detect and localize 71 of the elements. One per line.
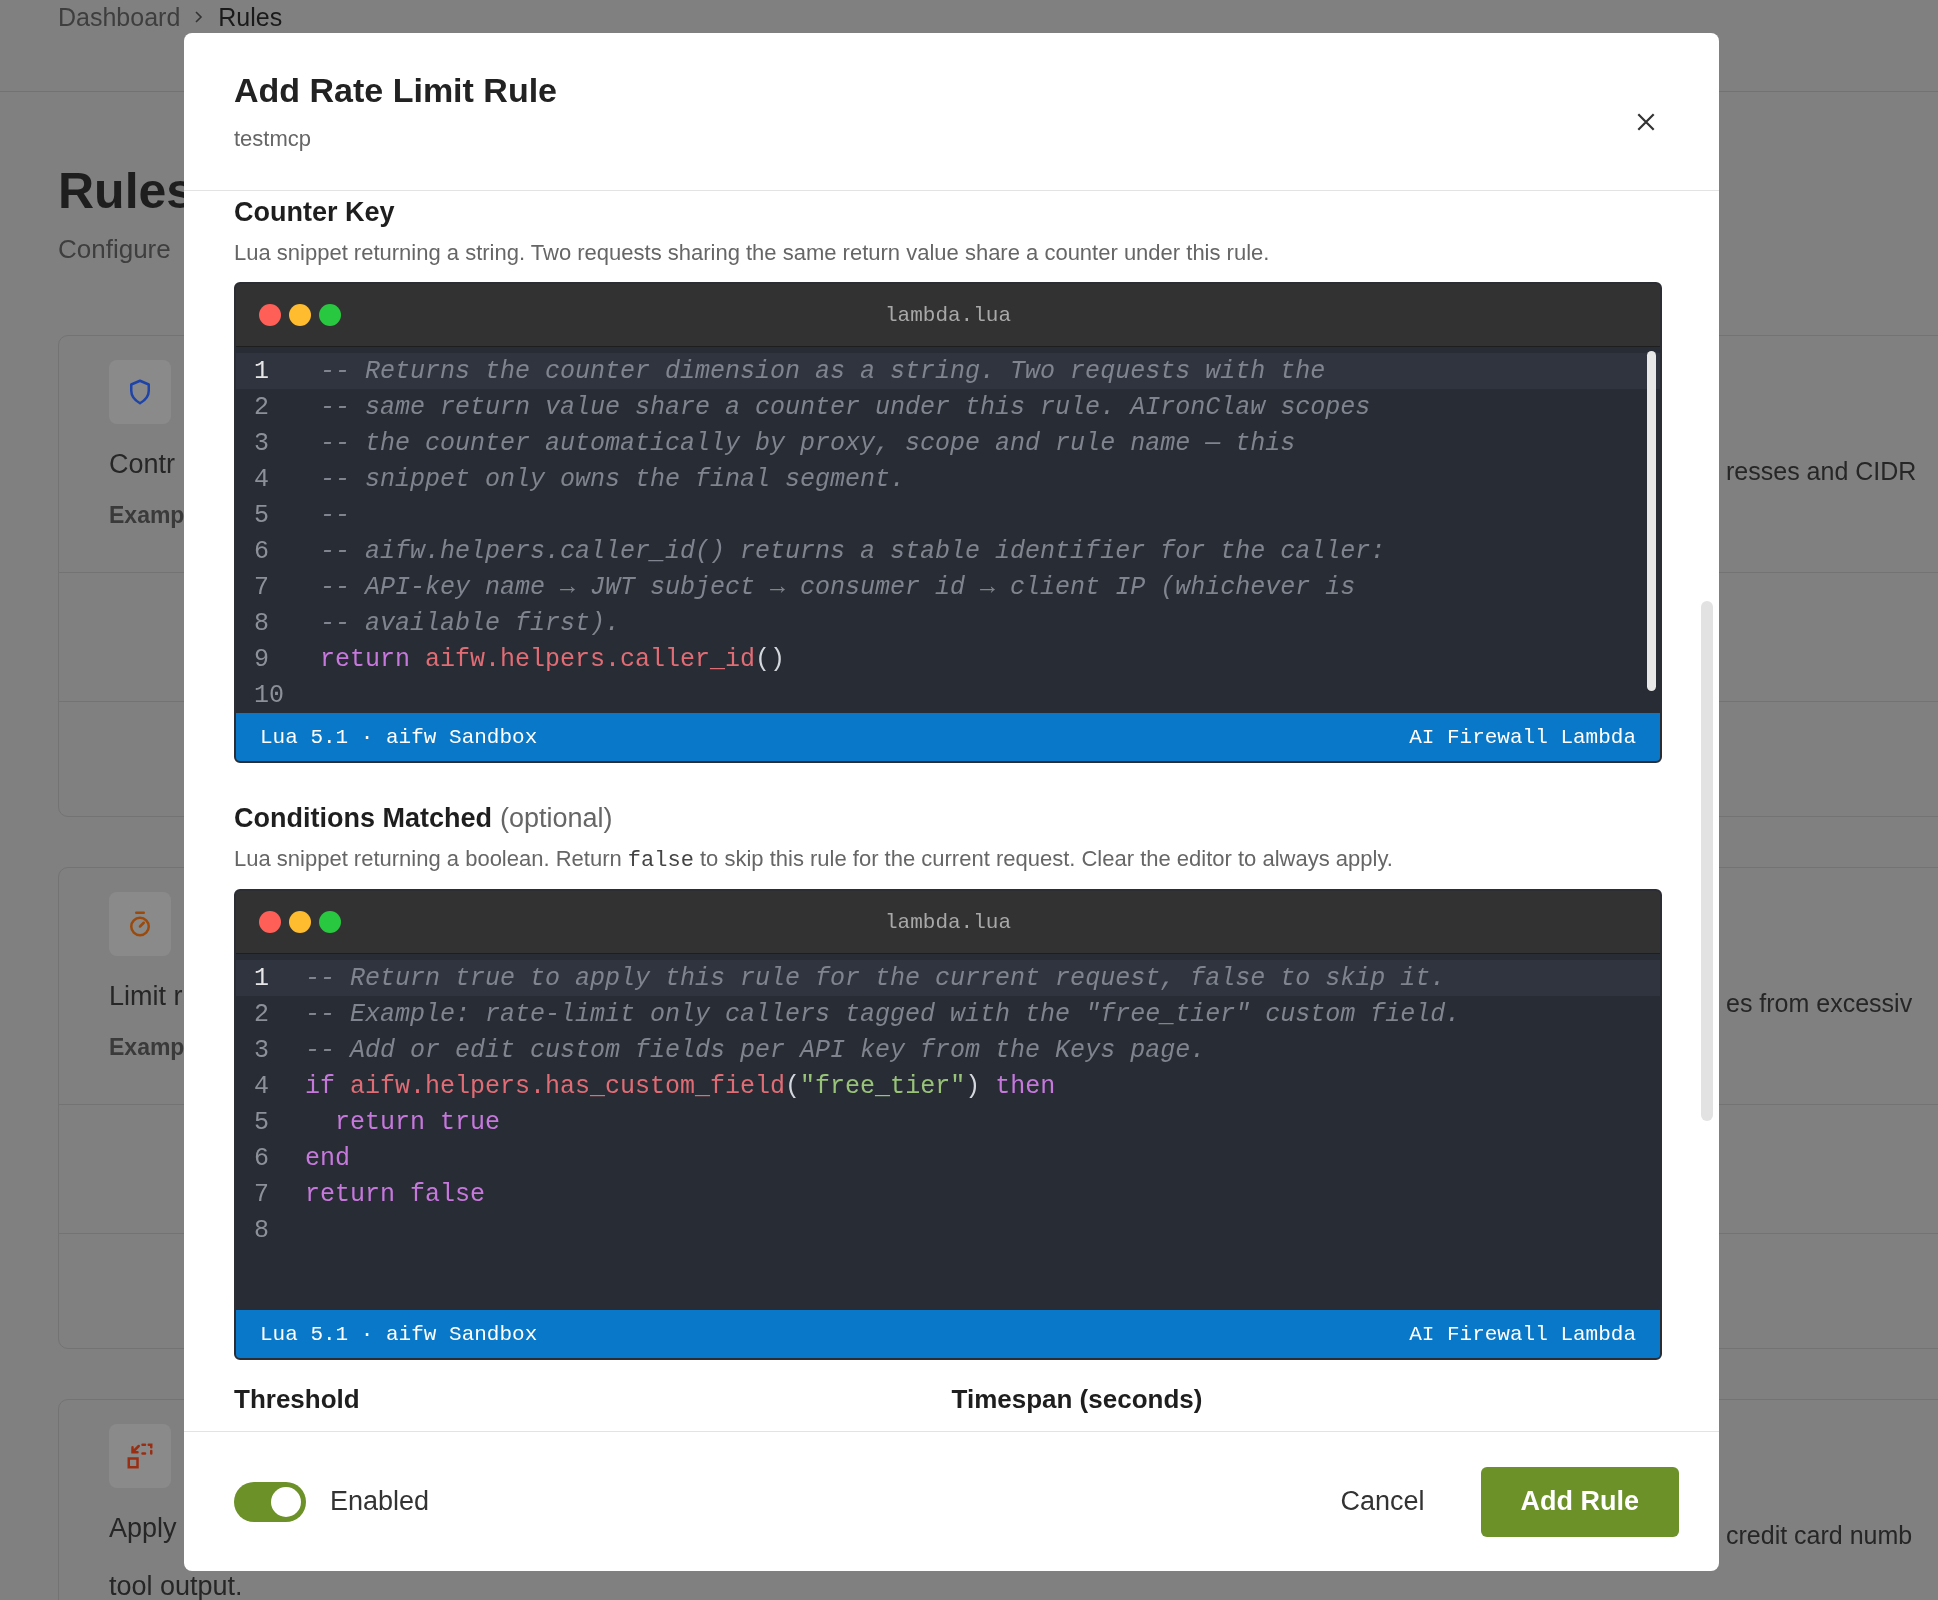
card-description: Contr bbox=[109, 450, 176, 478]
line-number: 1 bbox=[253, 963, 269, 993]
scrollbar-thumb[interactable] bbox=[1701, 601, 1713, 1121]
line-number: 7 bbox=[253, 572, 270, 602]
line-number: 4 bbox=[253, 464, 270, 494]
toggle-switch[interactable] bbox=[234, 1481, 306, 1522]
status-text: Lua 5.1 · aifw Sandbox bbox=[260, 725, 538, 749]
window-controls-icon bbox=[258, 303, 342, 327]
file-name: lambda.lua bbox=[885, 910, 1011, 934]
line-number: 8 bbox=[253, 608, 270, 638]
dialog-subtitle: testmcp bbox=[234, 126, 313, 152]
file-name: lambda.lua bbox=[885, 303, 1011, 327]
code-line: return false bbox=[305, 1179, 486, 1209]
code-line: return true bbox=[334, 1107, 501, 1137]
line-number: 3 bbox=[253, 428, 270, 458]
status-text: AI Firewall Lambda bbox=[1409, 725, 1636, 749]
section-label: Conditions Matched bbox=[234, 803, 492, 834]
code-line: -- Returns the counter dimension as a string. Two requests with the bbox=[320, 356, 1326, 386]
line-number: 6 bbox=[253, 1143, 269, 1173]
page-subtitle: Configure bbox=[58, 234, 171, 265]
code-line: -- aifw.helpers.caller_id() returns a stable identifier for the caller: bbox=[320, 536, 1386, 566]
scrollbar-thumb[interactable] bbox=[1647, 351, 1656, 691]
card-description: resses and CIDR bbox=[1726, 456, 1918, 486]
card-description: Apply bbox=[109, 1514, 177, 1542]
code-line: -- available first). bbox=[320, 608, 621, 638]
code-line: -- same return value share a counter under this rule. AIronClaw scopes bbox=[320, 392, 1371, 422]
dialog-title: Add Rate Limit Rule bbox=[234, 71, 558, 110]
code-line: -- Add or edit custom fields per API key from the Keys page. bbox=[305, 1035, 1206, 1065]
chevron-icon bbox=[194, 10, 205, 24]
line-number: 8 bbox=[253, 1215, 269, 1245]
code-line: -- Example: rate-limit only callers tagged with the "free_tier" custom field. bbox=[305, 999, 1461, 1029]
line-number: 7 bbox=[253, 1179, 269, 1209]
example-label: Examp bbox=[109, 1034, 185, 1061]
code-line: -- bbox=[320, 500, 350, 530]
section-description: Lua snippet returning a string. Two requests sharing the same return value share a counter under this rule. bbox=[234, 240, 1271, 266]
line-number: 5 bbox=[253, 500, 270, 530]
section-description: Lua snippet returning a boolean. Return false to skip this rule for the current request. Clear the editor to always apply. bbox=[234, 846, 1394, 873]
card-description: credit card numb bbox=[1726, 1520, 1914, 1550]
field-label: Timespan (seconds) bbox=[951, 1384, 1204, 1415]
toggle-label: Enabled bbox=[330, 1486, 430, 1517]
code-line: -- Return true to apply this rule for the current request, false to skip it. bbox=[305, 963, 1446, 993]
line-number: 6 bbox=[253, 536, 270, 566]
section-label: Counter Key bbox=[234, 197, 395, 228]
line-number: 1 bbox=[253, 356, 270, 386]
field-label: Threshold bbox=[234, 1384, 361, 1415]
example-label: Examp bbox=[109, 502, 185, 529]
code-line: -- snippet only owns the final segment. bbox=[320, 464, 906, 494]
breadcrumb-link[interactable]: Dashboard bbox=[58, 3, 181, 31]
line-number: 2 bbox=[253, 392, 270, 422]
code-line: if aifw.helpers.has_custom_field("free_tier") then bbox=[305, 1071, 1056, 1101]
add-rule-button[interactable]: Add Rule bbox=[1480, 1466, 1679, 1537]
line-number: 9 bbox=[253, 644, 270, 674]
code-line: end bbox=[305, 1143, 350, 1173]
status-text: Lua 5.1 · aifw Sandbox bbox=[260, 1322, 538, 1346]
optional-hint: (optional) bbox=[500, 803, 613, 834]
window-controls-icon bbox=[258, 910, 342, 934]
code-line: -- the counter automatically by proxy, scope and rule name — this bbox=[320, 428, 1296, 458]
close-icon[interactable] bbox=[1635, 111, 1657, 133]
line-number: 3 bbox=[253, 1035, 269, 1065]
cancel-button[interactable]: Cancel bbox=[1324, 1476, 1441, 1527]
line-number: 10 bbox=[253, 680, 284, 710]
card-description: Limit r bbox=[109, 982, 183, 1010]
line-number: 5 bbox=[253, 1107, 269, 1137]
card-description: tool output. bbox=[109, 1572, 243, 1600]
code-line: return aifw.helpers.caller_id() bbox=[320, 644, 786, 674]
code-line: -- API-key name → JWT subject → consumer id → client IP (whichever is bbox=[320, 572, 1356, 602]
breadcrumb-link[interactable]: Rules bbox=[218, 3, 283, 31]
line-number: 4 bbox=[253, 1071, 269, 1101]
card-description: es from excessiv bbox=[1726, 988, 1914, 1018]
status-text: AI Firewall Lambda bbox=[1409, 1322, 1636, 1346]
line-number: 2 bbox=[253, 999, 269, 1029]
